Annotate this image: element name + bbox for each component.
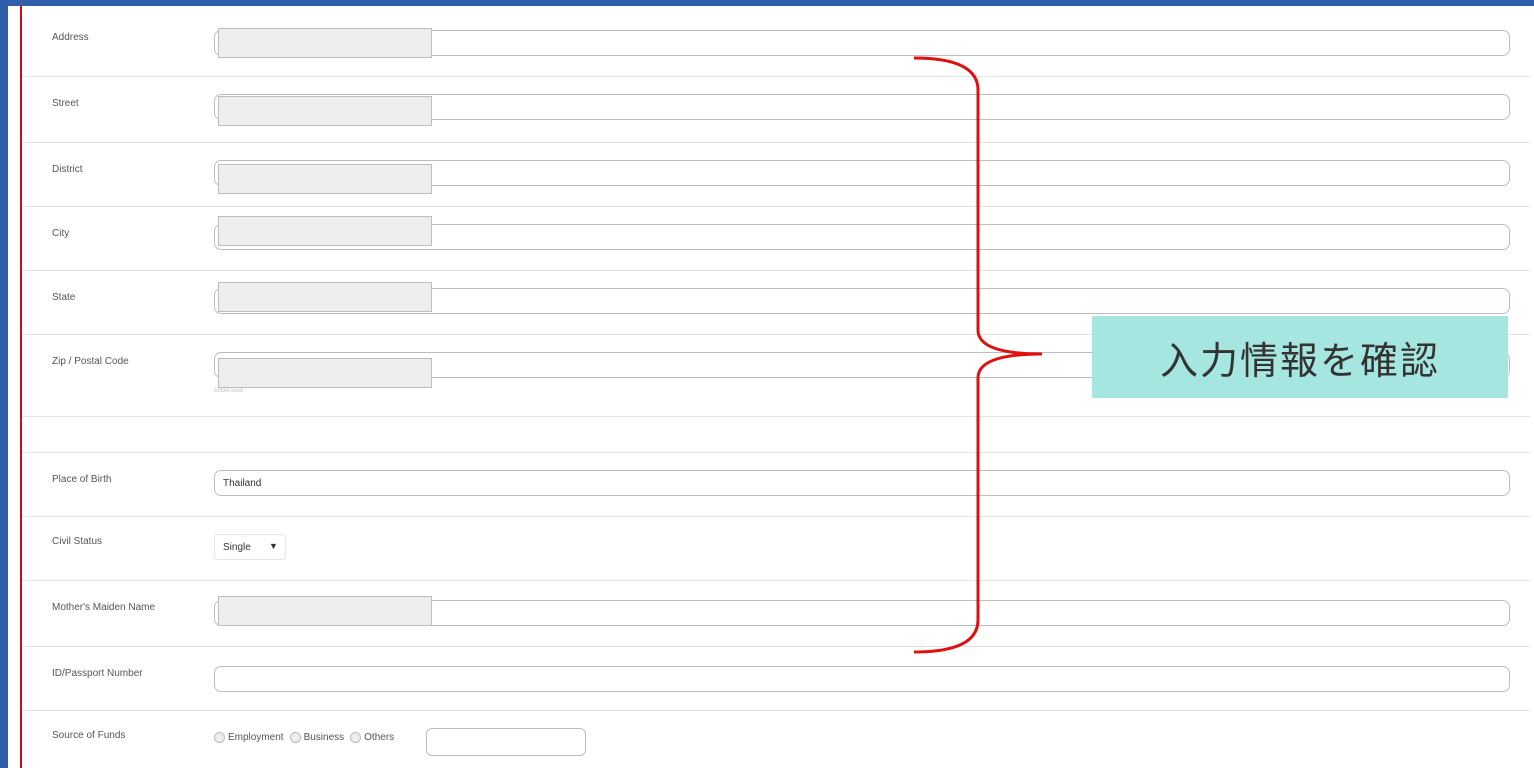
brace-top-half <box>913 56 1043 356</box>
brace-bottom-half <box>913 352 1043 654</box>
confirm-input-callout: 入力情報を確認 <box>1092 316 1508 398</box>
